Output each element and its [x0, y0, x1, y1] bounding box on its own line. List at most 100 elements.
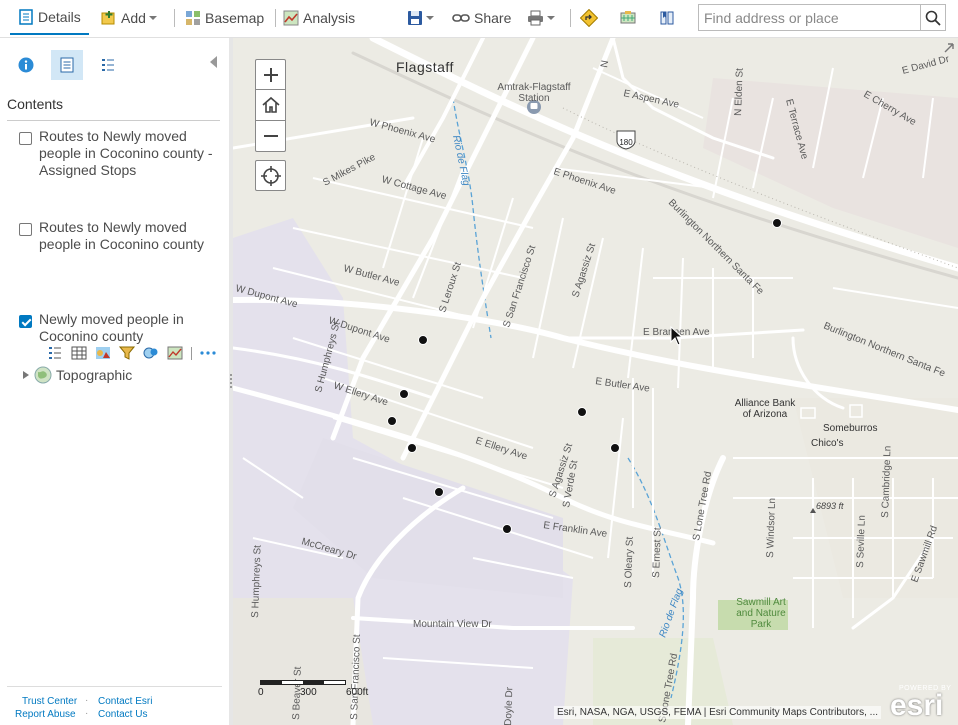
legend-icon	[49, 347, 61, 359]
report-abuse-link[interactable]: Report Abuse	[15, 709, 76, 720]
save-disk-icon	[408, 11, 422, 25]
contents-heading: Contents	[7, 96, 64, 112]
contents-list-icon	[60, 57, 74, 73]
topographic-basemap: 180 Flagstaff Amtrak-Flagstaff Station W…	[233, 38, 958, 725]
esri-wordmark: esri	[890, 689, 944, 722]
zoom-out-button[interactable]	[255, 121, 286, 152]
park-label: and Nature	[736, 608, 786, 619]
poi-label: of Arizona	[743, 409, 788, 420]
more-options-button[interactable]	[196, 345, 220, 361]
data-point[interactable]	[434, 487, 444, 497]
perform-analysis-button[interactable]	[139, 345, 163, 361]
add-label: Add	[121, 10, 146, 26]
add-button[interactable]: Add	[101, 0, 160, 36]
esri-logo[interactable]: POWERED BY esri	[888, 685, 958, 721]
data-point[interactable]	[407, 443, 417, 453]
show-table-button[interactable]	[67, 345, 91, 361]
map-view[interactable]: 180 Flagstaff Amtrak-Flagstaff Station W…	[233, 38, 958, 725]
street-label: Doyle Dr	[503, 686, 515, 725]
link-chain-icon	[452, 14, 470, 22]
search-button[interactable]	[920, 5, 945, 30]
filter-button[interactable]	[115, 345, 139, 361]
elevation-label: 6893 ft	[816, 501, 844, 511]
locate-crosshair-icon	[260, 165, 281, 186]
data-point[interactable]	[502, 524, 512, 534]
data-point[interactable]	[577, 407, 587, 417]
data-point[interactable]	[772, 218, 782, 228]
data-point[interactable]	[418, 335, 428, 345]
street-label: S Oleary St	[623, 536, 636, 588]
poi-label: Chico's	[811, 438, 843, 449]
filter-icon	[119, 346, 135, 360]
analysis-label: Analysis	[303, 10, 356, 26]
layer-name[interactable]: Routes to Newly moved people in Coconino…	[39, 128, 219, 179]
park-label: Sawmill Art	[736, 597, 786, 608]
add-layer-icon	[101, 11, 115, 25]
minus-icon	[263, 135, 278, 137]
details-icon	[19, 9, 33, 25]
basemap-label: Basemap	[205, 10, 265, 26]
table-icon	[71, 346, 87, 360]
route-180-shield: 180	[616, 130, 636, 150]
expand-arrow-icon[interactable]	[22, 370, 30, 380]
basemap-layer-row[interactable]: Topographic	[22, 366, 132, 384]
printer-icon	[528, 10, 543, 26]
directions-button[interactable]	[580, 0, 598, 36]
top-toolbar: Details Add Basemap Analysis Share	[0, 0, 958, 38]
street-label: S Ernest St	[651, 527, 664, 578]
analysis-button[interactable]: Analysis	[283, 0, 355, 36]
tools-divider	[191, 346, 192, 360]
toolbar-divider	[174, 9, 175, 27]
toolbar-divider	[570, 9, 571, 27]
contact-us-link[interactable]: Contact Us	[98, 709, 147, 720]
home-button[interactable]	[255, 90, 286, 121]
layer-visibility-checkbox[interactable]	[19, 223, 32, 236]
about-tab[interactable]	[10, 50, 42, 80]
data-point[interactable]	[387, 416, 397, 426]
details-button[interactable]: Details	[10, 0, 89, 36]
show-legend-button[interactable]	[43, 345, 67, 361]
footer-separator: ·	[85, 708, 89, 719]
trust-center-link[interactable]: Trust Center	[22, 696, 77, 707]
legend-tab[interactable]	[92, 50, 124, 80]
contents-panel: Contents Routes to Newly moved people in…	[0, 38, 229, 725]
save-button[interactable]	[407, 0, 437, 36]
collapse-panel-arrow-icon[interactable]	[210, 56, 217, 68]
share-label: Share	[474, 10, 512, 26]
street-label: Mountain View Dr	[413, 619, 492, 630]
details-label: Details	[38, 9, 81, 25]
print-button[interactable]	[527, 0, 558, 36]
data-point[interactable]	[610, 443, 620, 453]
measure-button[interactable]	[619, 0, 637, 36]
locate-button[interactable]	[255, 160, 286, 191]
zoom-in-button[interactable]	[255, 59, 286, 90]
city-label: Flagstaff	[396, 59, 454, 75]
map-attribution[interactable]: Esri, NASA, NGA, USGS, FEMA | Esri Commu…	[554, 706, 882, 719]
expand-icon[interactable]	[942, 42, 954, 54]
contact-esri-link[interactable]: Contact Esri	[98, 696, 152, 707]
poi-label: Station	[518, 93, 549, 104]
poi-label: Someburros	[823, 423, 877, 434]
change-style-icon	[96, 347, 110, 359]
park-label: Park	[751, 619, 773, 630]
data-point[interactable]	[399, 389, 409, 399]
poi-label: Amtrak-Flagstaff	[497, 82, 570, 93]
layer-visibility-checkbox[interactable]	[19, 132, 32, 145]
basemap-button[interactable]: Basemap	[185, 0, 264, 36]
layer-analysis-button[interactable]	[163, 345, 187, 361]
layer-visibility-checkbox[interactable]	[19, 315, 32, 328]
layer-name[interactable]: Routes to Newly moved people in Coconino…	[39, 219, 219, 253]
layer-name[interactable]: Newly moved people in Coconino county	[39, 311, 219, 345]
resize-grip-icon	[230, 374, 232, 388]
scale-bar-graphic	[260, 680, 346, 685]
bookmarks-button[interactable]	[659, 0, 675, 36]
share-button[interactable]: Share	[452, 0, 511, 36]
contents-tab[interactable]	[51, 50, 83, 80]
home-icon	[261, 96, 280, 113]
search-input[interactable]	[699, 5, 921, 30]
info-icon	[18, 57, 34, 73]
change-style-button[interactable]	[91, 345, 115, 361]
scale-bar: 0 300 600ft	[258, 678, 376, 700]
analysis-icon	[283, 10, 299, 26]
search-box	[698, 4, 946, 31]
